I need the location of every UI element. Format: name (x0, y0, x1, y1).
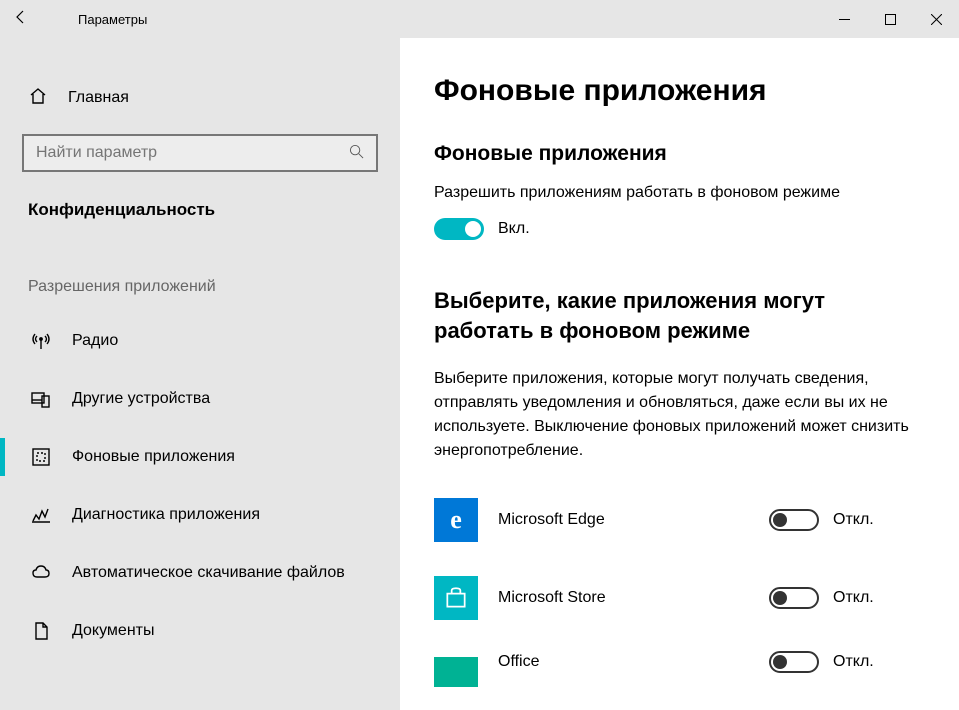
sidebar-item-label: Автоматическое скачивание файлов (72, 564, 345, 582)
sidebar-item-background-apps[interactable]: Фоновые приложения (0, 428, 400, 486)
close-button[interactable] (913, 0, 959, 38)
app-toggle-label: Откл. (833, 653, 874, 671)
sidebar: Главная Конфиденциальность Разрешения пр… (0, 38, 400, 710)
devices-icon (30, 389, 52, 409)
document-icon (30, 621, 52, 641)
sidebar-item-label: Радио (72, 332, 118, 350)
app-toggle-store[interactable] (769, 587, 819, 609)
category-title: Конфиденциальность (0, 172, 400, 220)
sidebar-item-auto-downloads[interactable]: Автоматическое скачивание файлов (0, 544, 400, 602)
cloud-download-icon (30, 563, 52, 583)
section-title: Фоновые приложения (434, 142, 929, 166)
window-title: Параметры (42, 12, 147, 27)
minimize-button[interactable] (821, 0, 867, 38)
app-row-office: Office Откл. (434, 637, 929, 687)
page-title: Фоновые приложения (434, 74, 929, 108)
home-label: Главная (68, 89, 129, 107)
section-title: Выберите, какие приложения могут работат… (434, 286, 929, 345)
app-toggle-label: Откл. (833, 511, 874, 529)
search-field[interactable] (22, 134, 378, 172)
app-toggle-office[interactable] (769, 651, 819, 673)
app-name: Office (498, 653, 769, 671)
sidebar-item-label: Документы (72, 622, 154, 640)
main-content: Фоновые приложения Фоновые приложения Ра… (400, 38, 959, 710)
group-header: Разрешения приложений (0, 220, 400, 312)
sidebar-item-label: Другие устройства (72, 390, 210, 408)
app-row-edge: e Microsoft Edge Откл. (434, 481, 929, 559)
section-description: Разрешить приложениям работать в фоновом… (434, 184, 929, 202)
app-list: e Microsoft Edge Откл. Microsoft Store О… (434, 481, 929, 687)
diagnostics-icon (30, 505, 52, 525)
app-toggle-label: Откл. (833, 589, 874, 607)
app-toggle-edge[interactable] (769, 509, 819, 531)
sidebar-item-label: Диагностика приложения (72, 506, 260, 524)
search-input[interactable] (36, 144, 349, 162)
radio-icon (30, 331, 52, 351)
maximize-button[interactable] (867, 0, 913, 38)
app-icon-store (434, 576, 478, 620)
sidebar-item-other-devices[interactable]: Другие устройства (0, 370, 400, 428)
master-toggle-label: Вкл. (498, 220, 530, 238)
app-name: Microsoft Edge (498, 511, 769, 529)
app-icon-office (434, 657, 478, 687)
background-apps-icon (30, 447, 52, 467)
sidebar-item-app-diagnostics[interactable]: Диагностика приложения (0, 486, 400, 544)
back-button[interactable] (0, 9, 42, 30)
titlebar: Параметры (0, 0, 959, 38)
home-icon (28, 86, 50, 111)
sidebar-item-label: Фоновые приложения (72, 448, 235, 466)
home-link[interactable]: Главная (0, 72, 400, 124)
sidebar-item-radio[interactable]: Радио (0, 312, 400, 370)
search-icon (349, 144, 364, 163)
sidebar-item-documents[interactable]: Документы (0, 602, 400, 660)
app-icon-edge: e (434, 498, 478, 542)
section-body: Выберите приложения, которые могут получ… (434, 367, 929, 463)
app-row-store: Microsoft Store Откл. (434, 559, 929, 637)
app-name: Microsoft Store (498, 589, 769, 607)
master-toggle[interactable] (434, 218, 484, 240)
